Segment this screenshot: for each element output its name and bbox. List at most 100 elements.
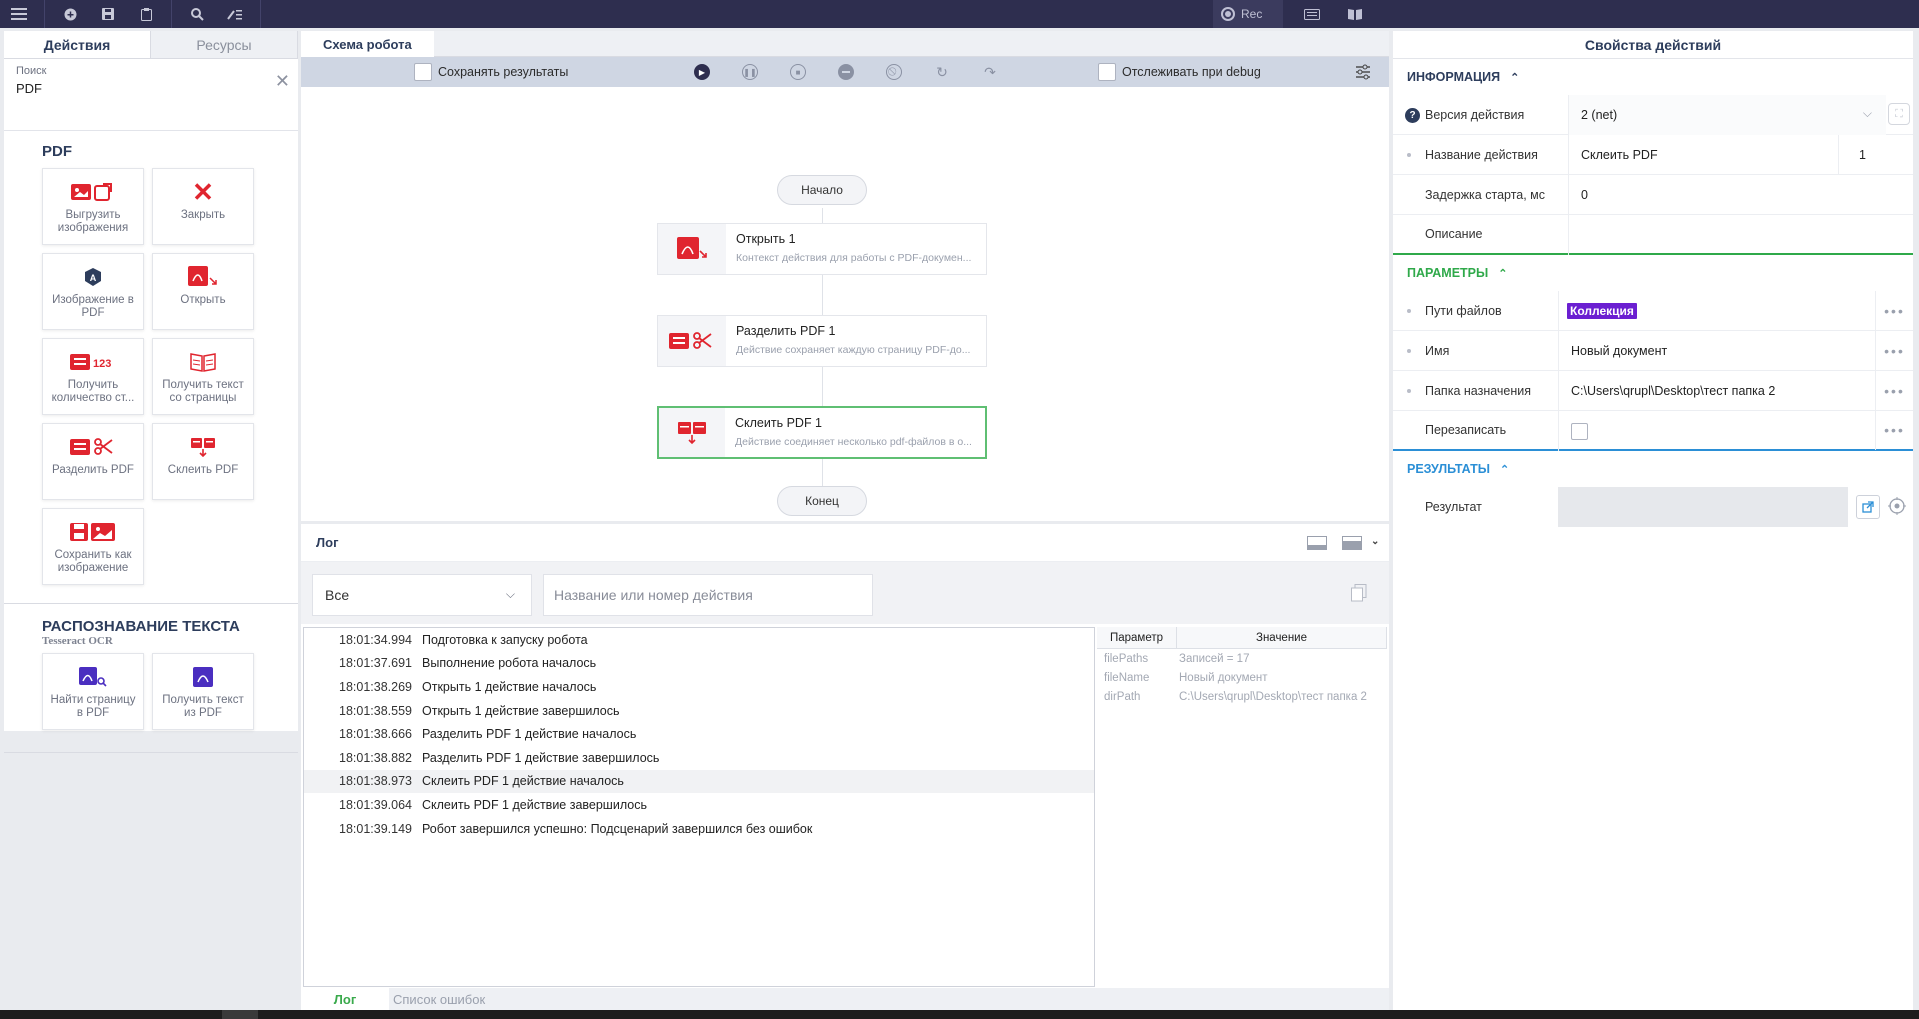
book-icon[interactable] (1338, 0, 1372, 28)
tile-get-page-text[interactable]: Получить текст со страницы (152, 338, 254, 415)
debug-track-toggle[interactable]: Отслеживать при debug (1098, 63, 1261, 81)
search-label: Поиск (16, 65, 47, 77)
folder-label: Папка назначения (1393, 384, 1558, 398)
tile-page-count[interactable]: 123 Получить количество ст... (42, 338, 144, 415)
tile-label: Получить количество ст... (51, 379, 135, 404)
pause-icon[interactable]: ❚❚ (742, 64, 758, 80)
log-time: 18:01:37.691 (339, 656, 412, 671)
node-title: Разделить PDF 1 (736, 324, 836, 338)
version-select[interactable]: 2 (net) ⌵ (1568, 95, 1886, 135)
add-icon[interactable] (51, 0, 89, 28)
flow-end[interactable]: Конец (777, 486, 867, 516)
more-icon[interactable]: ••• (1875, 330, 1913, 371)
record-button[interactable]: Rec (1213, 0, 1283, 28)
log-row[interactable]: 18:01:38.559 Открыть 1 действие завершило… (304, 699, 1094, 723)
params-section-title: ПАРАМЕТРЫ (1407, 266, 1489, 280)
log-level-select[interactable]: Все ⌵ (312, 574, 532, 616)
folder-input[interactable]: C:\Users\qrupl\Desktop\тест папка 2 (1558, 371, 1875, 411)
more-icon[interactable]: ••• (1875, 370, 1913, 411)
save-results-toggle[interactable]: Сохранять результаты (414, 63, 568, 81)
results-section-header[interactable]: РЕЗУЛЬТАТЫ ⌃ (1393, 451, 1913, 487)
name-index[interactable]: 1 (1838, 135, 1886, 175)
clipboard-icon[interactable] (127, 0, 165, 28)
name-input[interactable]: Склеить PDF (1568, 135, 1838, 175)
tile-export-images[interactable]: Выгрузить изображения (42, 168, 144, 245)
result-input[interactable] (1558, 487, 1848, 527)
edit-list-icon[interactable] (216, 0, 254, 28)
tile-image-to-pdf[interactable]: A Изображение в PDF (42, 253, 144, 330)
debug-track-checkbox[interactable] (1098, 63, 1116, 81)
tab-robot-schema[interactable]: Схема робота (301, 31, 434, 57)
tile-split-pdf[interactable]: Разделить PDF (42, 423, 144, 500)
keyboard-icon[interactable] (1295, 0, 1329, 28)
log-message: Склеить PDF 1 действие завершилось (422, 797, 647, 812)
layout-split-icon[interactable] (1342, 536, 1362, 553)
log-row[interactable]: 18:01:38.269 Открыть 1 действие началось (304, 675, 1094, 699)
log-panel: Лог ⌄ Все ⌵ Название или номер действия … (301, 524, 1389, 1010)
copy-icon[interactable] (1351, 584, 1367, 605)
more-icon[interactable]: ••• (1875, 410, 1913, 450)
target-icon[interactable] (1888, 497, 1906, 518)
save-icon[interactable] (89, 0, 127, 28)
tab-actions[interactable]: Действия (4, 31, 151, 58)
terminate-icon[interactable] (838, 64, 854, 80)
save-results-checkbox[interactable] (414, 63, 432, 81)
delay-label: Задержка старта, мс (1425, 187, 1546, 202)
param-value: Новый документ (1179, 671, 1268, 684)
version-value: 2 (net) (1581, 108, 1618, 122)
delay-input[interactable]: 0 (1568, 175, 1886, 215)
flow-node-open[interactable]: Открыть 1 Контекст действия для работы с… (657, 223, 987, 275)
tab-log[interactable]: Лог (301, 988, 389, 1010)
log-row[interactable]: 18:01:39.064 Склеить PDF 1 действие завер… (304, 793, 1094, 817)
param-row: fileName Новый документ (1097, 668, 1387, 687)
flow-node-split[interactable]: Разделить PDF 1 Действие сохраняет кажду… (657, 315, 987, 367)
merge-pdf-icon (659, 408, 725, 457)
tile-open[interactable]: Открыть (152, 253, 254, 330)
log-row[interactable]: 18:01:39.149 Робот завершился успешно: По… (304, 817, 1094, 841)
log-header: Лог ⌄ (301, 524, 1389, 562)
params-section-header[interactable]: ПАРАМЕТРЫ ⌃ (1393, 255, 1913, 291)
settings-sliders-icon[interactable] (1355, 64, 1371, 83)
tab-resources[interactable]: Ресурсы (151, 31, 298, 58)
log-message: Выполнение робота началось (422, 656, 597, 671)
flow-node-merge[interactable]: Склеить PDF 1 Действие соединяет несколь… (657, 406, 987, 459)
toolbar-divider (171, 0, 172, 28)
restart-icon[interactable]: ↻ (934, 64, 950, 80)
layout-bottom-icon[interactable] (1307, 536, 1327, 553)
overwrite-checkbox[interactable] (1571, 422, 1588, 440)
flow-start[interactable]: Начало (777, 175, 867, 205)
log-row[interactable]: 18:01:34.994 Подготовка к запуску робота (304, 628, 1094, 652)
action-search-input[interactable]: Название или номер действия (543, 574, 873, 616)
log-time: 18:01:38.269 (339, 679, 412, 694)
menu-icon[interactable] (0, 0, 38, 28)
param-name: fileName (1104, 671, 1150, 684)
disable-icon[interactable]: ⃠ (886, 64, 902, 80)
description-input[interactable] (1568, 215, 1886, 255)
step-over-icon[interactable]: ↷ (982, 64, 998, 80)
tile-merge-pdf[interactable]: Склеить PDF (152, 423, 254, 500)
tile-save-as-image[interactable]: Сохранить как изображение (42, 508, 144, 585)
clear-icon[interactable]: ✕ (275, 71, 290, 92)
paths-input[interactable]: Коллекция (1558, 291, 1875, 331)
tile-find-page[interactable]: Найти страницу в PDF (42, 653, 144, 730)
chevron-down-icon[interactable]: ⌄ (1371, 536, 1379, 547)
export-result-icon[interactable] (1856, 495, 1880, 519)
more-icon[interactable]: ••• (1875, 290, 1913, 331)
play-icon[interactable]: ▶ (694, 64, 710, 80)
info-section-header[interactable]: ИНФОРМАЦИЯ ⌃ (1393, 59, 1913, 95)
tile-get-text-from-pdf[interactable]: Получить текст из PDF (152, 653, 254, 730)
version-info-icon[interactable]: ⛶ (1888, 103, 1910, 125)
search-field[interactable]: Поиск PDF ✕ (4, 59, 298, 131)
log-row[interactable]: 18:01:38.973 Склеить PDF 1 действие начал… (304, 769, 1094, 794)
svg-text:A: A (90, 273, 97, 283)
filename-input[interactable]: Новый документ (1558, 331, 1875, 371)
stop-icon[interactable]: ■ (790, 64, 806, 80)
search-icon[interactable] (178, 0, 216, 28)
tab-error-list[interactable]: Список ошибок (389, 988, 503, 1010)
log-row[interactable]: 18:01:37.691 Выполнение робота началось (304, 652, 1094, 676)
log-row[interactable]: 18:01:38.882 Разделить PDF 1 действие зав… (304, 746, 1094, 770)
log-row[interactable]: 18:01:38.666 Разделить PDF 1 действие нач… (304, 722, 1094, 746)
search-input[interactable]: PDF (16, 81, 286, 96)
tile-close[interactable]: ✕ Закрыть (152, 168, 254, 245)
results-section-title: РЕЗУЛЬТАТЫ (1407, 462, 1490, 476)
